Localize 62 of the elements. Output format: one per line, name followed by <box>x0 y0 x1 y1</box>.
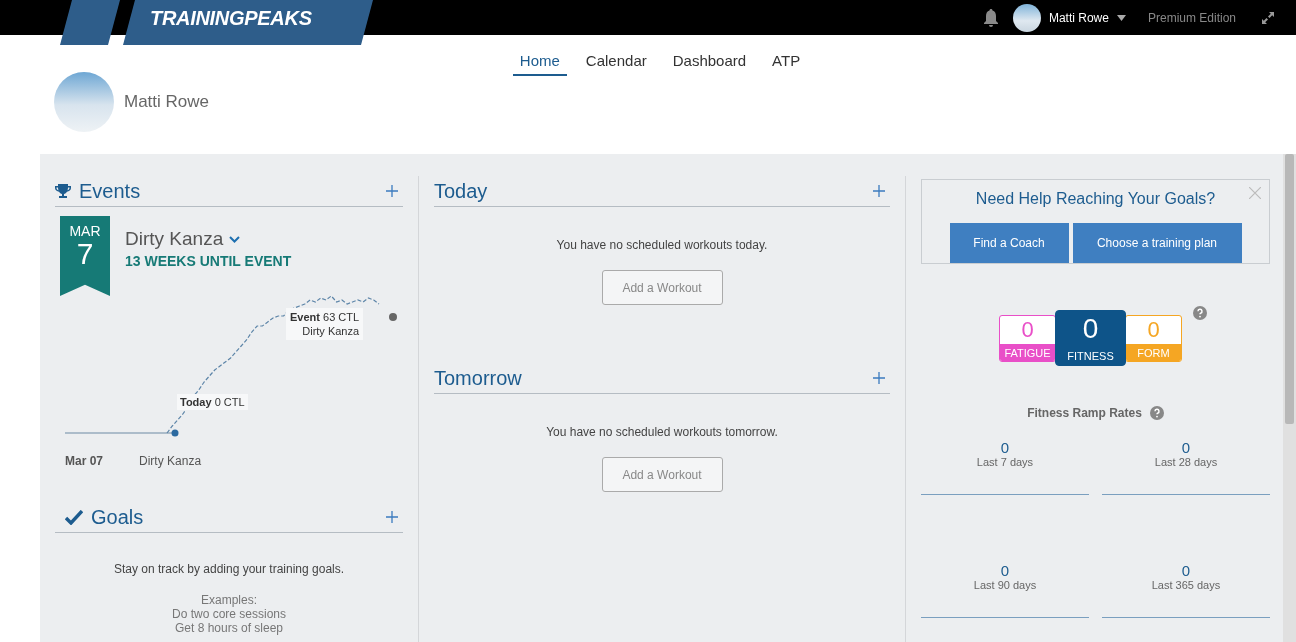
promo-title: Need Help Reaching Your Goals? <box>975 190 1216 208</box>
add-icon[interactable] <box>386 511 398 523</box>
section-title: Events <box>79 179 142 203</box>
bell-icon[interactable] <box>982 8 999 27</box>
chart-label: Event 63 CTL Dirty Kanza <box>286 308 364 340</box>
ramp-value: 0 <box>1181 562 1191 579</box>
ramp-rates-title: Fitness Ramp Rates <box>1027 406 1142 420</box>
nav-tab[interactable]: Calendar <box>578 48 654 76</box>
promo-button[interactable]: Find a Coach <box>949 223 1069 263</box>
edition-label: Premium Edition <box>1147 10 1236 25</box>
add-workout-button[interactable]: Add a Workout <box>601 457 723 492</box>
section-title: Tomorrow <box>434 366 523 390</box>
help-icon[interactable] <box>1193 306 1207 320</box>
help-icon[interactable] <box>1149 406 1164 420</box>
event-list-name[interactable]: Dirty Kanza <box>139 454 202 468</box>
metric-label: FATIGUE <box>1000 343 1055 361</box>
avatar <box>54 72 114 132</box>
example-text: Do two core sessions <box>171 607 286 621</box>
profile-name: Matti Rowe <box>124 92 210 112</box>
ramp-label: Last 28 days <box>1154 456 1218 468</box>
promo-button[interactable]: Choose a training plan <box>1072 223 1242 263</box>
add-workout-button[interactable]: Add a Workout <box>601 270 723 305</box>
add-icon[interactable] <box>386 185 398 197</box>
empty-message: Stay on track by adding your training goals. <box>112 562 346 576</box>
scrollbar-thumb[interactable] <box>1285 154 1294 424</box>
chevron-down-icon[interactable] <box>229 235 241 243</box>
add-icon[interactable] <box>873 185 885 197</box>
ramp-value: 0 <box>1000 562 1010 579</box>
ramp-value: 0 <box>1000 439 1010 456</box>
metric-label: FITNESS <box>1066 349 1115 364</box>
nav-tab[interactable]: Home <box>512 48 567 76</box>
avatar[interactable] <box>1012 3 1041 32</box>
empty-message: You have no scheduled workouts tomorrow. <box>545 425 779 439</box>
checkmark-icon <box>65 509 83 525</box>
ramp-label: Last 90 days <box>973 579 1037 591</box>
example-text: Examples: <box>201 593 257 607</box>
chart-label: Today 0 CTL <box>177 394 248 410</box>
ramp-label: Last 7 days <box>976 456 1034 468</box>
metric-value: 0 <box>1081 312 1100 346</box>
metric-card[interactable]: 0 FITNESS <box>1055 310 1126 366</box>
trophy-icon <box>55 183 71 199</box>
example-text: Get 8 hours of sleep <box>174 621 284 635</box>
ramp-label: Last 365 days <box>1151 579 1221 591</box>
ramp-value: 0 <box>1181 439 1191 456</box>
event-name[interactable]: Dirty Kanza <box>125 228 224 250</box>
metric-value: 0 <box>1146 315 1161 344</box>
event-day: 7 <box>76 239 94 269</box>
metric-value: 0 <box>1020 315 1035 344</box>
expand-icon[interactable] <box>1262 11 1274 24</box>
empty-message: You have no scheduled workouts today. <box>555 238 769 252</box>
event-countdown: 13 WEEKS UNTIL EVENT <box>125 253 292 269</box>
event-date: Mar 07 <box>65 454 104 468</box>
scrollbar[interactable] <box>1283 154 1296 642</box>
section-title: Today <box>434 179 489 203</box>
nav-tab[interactable]: Dashboard <box>665 48 754 76</box>
section-title: Goals <box>91 505 145 529</box>
metric-label: FORM <box>1126 343 1181 361</box>
user-name[interactable]: Matti Rowe <box>1048 10 1109 25</box>
caret-icon[interactable] <box>1116 14 1126 21</box>
add-icon[interactable] <box>873 372 885 384</box>
event-month: MAR <box>69 223 101 239</box>
nav-tab[interactable]: ATP <box>765 48 808 76</box>
